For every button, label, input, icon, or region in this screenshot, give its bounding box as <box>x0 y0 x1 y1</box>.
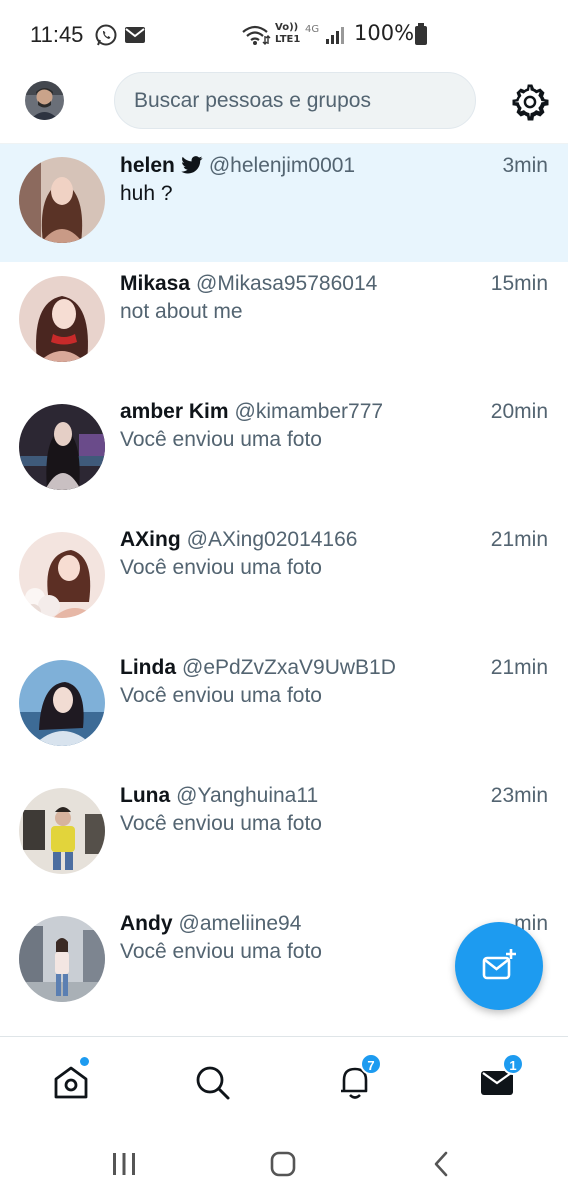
message-preview: Você enviou uma foto <box>120 940 322 963</box>
conversation-header: Luna @Yanghuina11 <box>120 784 548 812</box>
search-placeholder: Buscar pessoas e grupos <box>134 89 371 112</box>
status-time: 11:45 <box>30 22 84 47</box>
contact-avatar[interactable] <box>19 660 105 746</box>
contact-photo <box>19 788 105 874</box>
message-time: 20min <box>490 400 548 423</box>
message-time: 21min <box>490 656 548 679</box>
conversation-item[interactable]: helen @helenjim0001 3min huh ? <box>0 144 568 262</box>
email-notification-icon <box>125 27 145 43</box>
network-type: 4G <box>305 24 320 35</box>
contact-handle: @helenjim0001 <box>208 154 356 177</box>
user-avatar-icon <box>25 81 64 120</box>
conversation-item[interactable]: Luna @Yanghuina11 23min Você enviou uma f… <box>0 774 568 902</box>
wifi-icon <box>242 25 271 45</box>
message-preview: huh ? <box>120 182 173 205</box>
conversation-header: Linda @ePdZvZxaV9UwB1D <box>120 656 548 684</box>
contact-name: Luna <box>120 784 171 807</box>
battery-percent: 100% <box>354 21 415 45</box>
status-bar: 11:45 Vo)) LTE1 4G 100% <box>0 0 568 68</box>
signal-icon <box>326 27 344 44</box>
contact-photo <box>19 157 105 243</box>
message-preview: Você enviou uma foto <box>120 556 322 579</box>
twitter-bird-icon <box>181 156 203 174</box>
contact-name: helen <box>120 154 175 177</box>
conversation-header: amber Kim @kimamber777 <box>120 400 548 428</box>
home-unread-dot <box>80 1057 89 1066</box>
nav-notifications[interactable]: 7 <box>336 1053 382 1103</box>
messages-badge: 1 <box>502 1053 524 1075</box>
contact-avatar[interactable] <box>19 276 105 362</box>
contact-photo <box>19 660 105 746</box>
contact-name: amber Kim <box>120 400 229 423</box>
profile-avatar[interactable] <box>25 81 64 120</box>
home-icon <box>54 1066 88 1099</box>
contact-avatar[interactable] <box>19 788 105 874</box>
message-preview: Você enviou uma foto <box>120 684 322 707</box>
lte-indicator: LTE1 <box>275 34 301 45</box>
message-preview: Você enviou uma foto <box>120 428 322 451</box>
contact-photo <box>19 532 105 618</box>
contact-handle: @Yanghuina11 <box>176 784 319 807</box>
whatsapp-icon <box>95 24 117 46</box>
new-message-button[interactable] <box>455 922 543 1010</box>
nav-home[interactable] <box>52 1057 92 1103</box>
message-preview: Você enviou uma foto <box>120 812 322 835</box>
home-button-icon[interactable] <box>269 1150 297 1178</box>
conversation-item[interactable]: Mikasa @Mikasa95786014 15min not about me <box>0 262 568 390</box>
contact-photo <box>19 916 105 1002</box>
conversation-header: AXing @AXing02014166 <box>120 528 548 556</box>
message-time: 3min <box>502 154 548 177</box>
battery-icon <box>415 23 427 45</box>
message-time: 23min <box>490 784 548 807</box>
contact-name: Mikasa <box>120 272 191 295</box>
new-message-icon <box>482 949 516 980</box>
contact-avatar[interactable] <box>19 404 105 490</box>
contact-photo <box>19 276 105 362</box>
search-input[interactable]: Buscar pessoas e grupos <box>114 72 476 129</box>
contact-avatar[interactable] <box>19 157 105 243</box>
recent-apps-icon[interactable] <box>110 1150 138 1178</box>
contact-name: AXing <box>120 528 181 551</box>
message-time: 15min <box>490 272 548 295</box>
settings-gear-icon[interactable] <box>510 82 550 122</box>
contact-name: Andy <box>120 912 173 935</box>
notifications-badge: 7 <box>360 1053 382 1075</box>
contact-handle: @ePdZvZxaV9UwB1D <box>182 656 396 679</box>
contact-handle: @AXing02014166 <box>186 528 358 551</box>
conversation-header: Mikasa @Mikasa95786014 <box>120 272 548 300</box>
conversation-item[interactable]: Linda @ePdZvZxaV9UwB1D 21min Você enviou … <box>0 646 568 774</box>
message-time: 21min <box>490 528 548 551</box>
contact-photo <box>19 404 105 490</box>
conversation-header: helen @helenjim0001 <box>120 154 548 182</box>
nav-search[interactable] <box>193 1063 233 1103</box>
back-icon[interactable] <box>428 1150 456 1178</box>
conversation-item[interactable]: amber Kim @kimamber777 20min Você enviou … <box>0 390 568 518</box>
conversation-list: helen @helenjim0001 3min huh ? Mikasa @Mik… <box>0 144 568 1030</box>
message-preview: not about me <box>120 300 243 323</box>
nav-messages[interactable]: 1 <box>478 1053 524 1103</box>
contact-handle: @ameliine94 <box>178 912 302 935</box>
contact-avatar[interactable] <box>19 532 105 618</box>
conversation-item[interactable]: AXing @AXing02014166 21min Você enviou um… <box>0 518 568 646</box>
system-nav-bar <box>0 1126 568 1200</box>
volte-indicator: Vo)) <box>275 22 299 33</box>
contact-avatar[interactable] <box>19 916 105 1002</box>
messages-header: Buscar pessoas e grupos <box>0 68 568 144</box>
search-icon <box>196 1066 230 1100</box>
contact-name: Linda <box>120 656 176 679</box>
bottom-nav: 7 1 <box>0 1036 568 1126</box>
contact-handle: @Mikasa95786014 <box>196 272 378 295</box>
contact-handle: @kimamber777 <box>234 400 384 423</box>
